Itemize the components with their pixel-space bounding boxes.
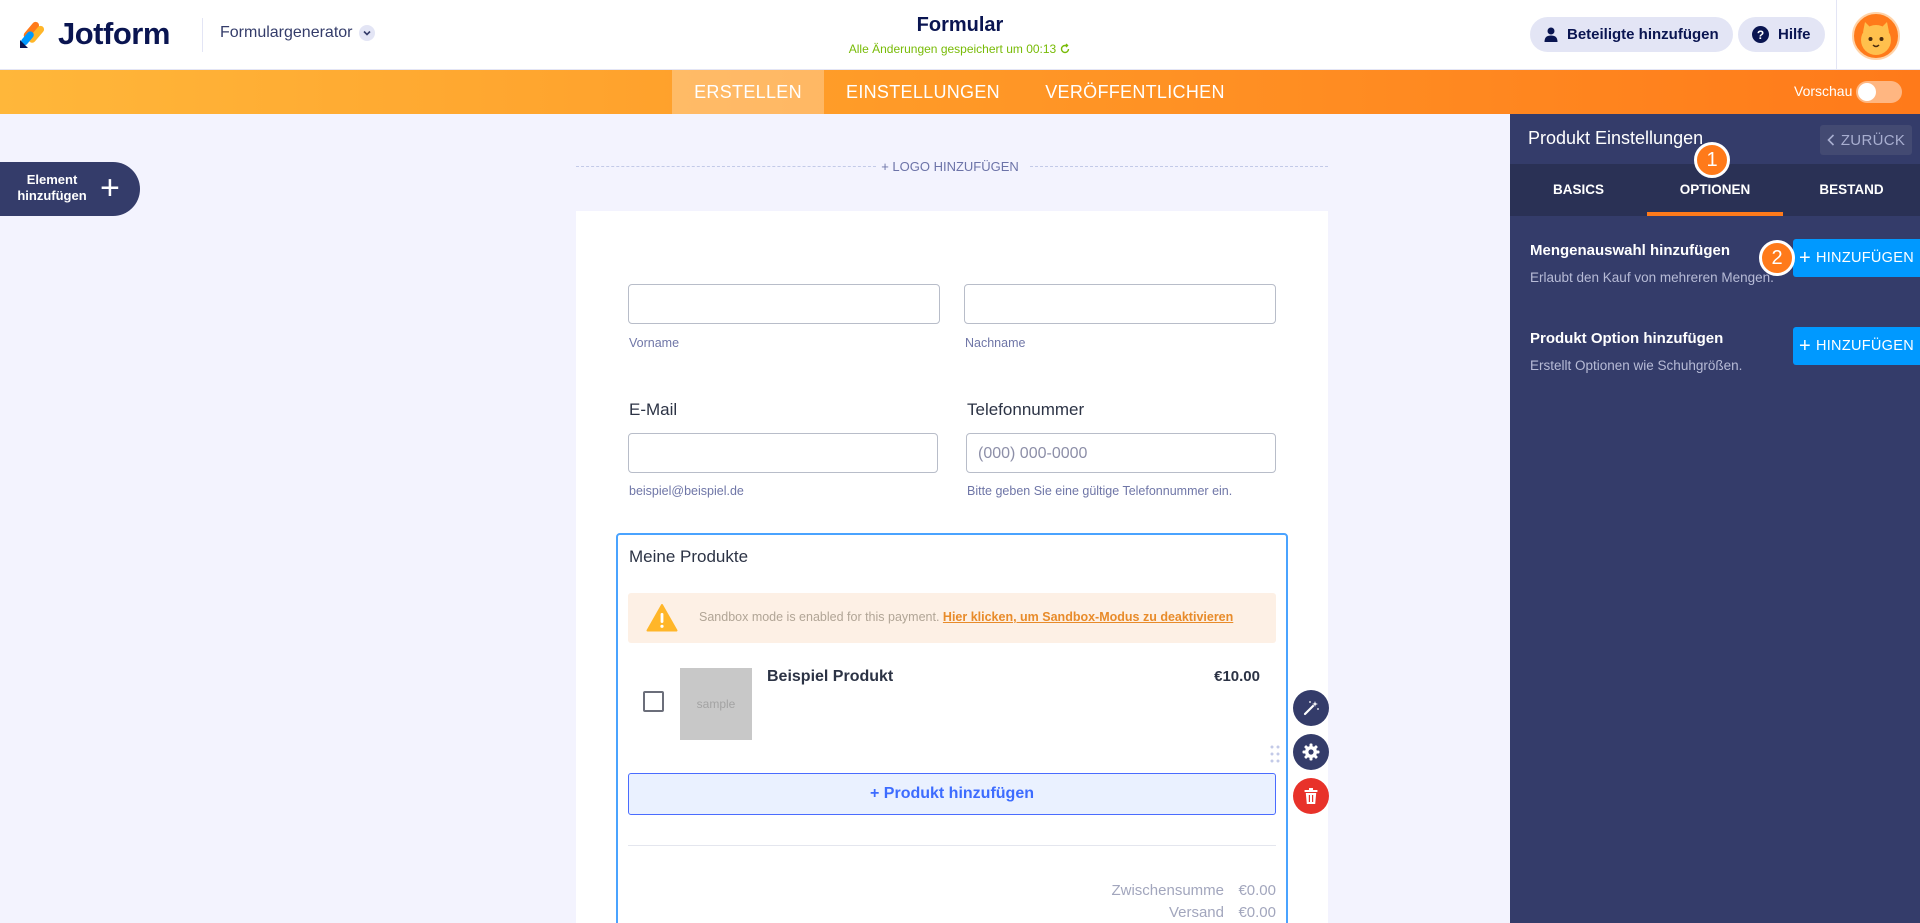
tab-veroeffentlichen[interactable]: VERÖFFENTLICHEN [1022, 70, 1248, 114]
product-name: Beispiel Produkt [767, 668, 894, 685]
product-option-title: Produkt Option hinzufügen [1530, 330, 1724, 347]
delete-field-button[interactable] [1293, 778, 1329, 814]
sandbox-warning: Sandbox mode is enabled for this payment… [628, 593, 1276, 643]
email-field[interactable] [628, 433, 938, 473]
top-header: Jotform Formulargenerator Formular Alle … [0, 0, 1920, 70]
avatar-icon [1861, 22, 1891, 55]
email-label: E-Mail [629, 400, 678, 419]
tab-basics[interactable]: BASICS [1510, 164, 1647, 216]
product-checkbox[interactable] [643, 691, 664, 712]
sandbox-text: Sandbox mode is enabled for this payment… [699, 610, 940, 624]
brand-name: Jotform [58, 16, 170, 51]
help-label: Hilfe [1778, 26, 1811, 43]
last-name-input[interactable] [964, 284, 1276, 324]
back-button[interactable]: ZURÜCK [1820, 125, 1912, 155]
phone-placeholder: (000) 000-0000 [978, 445, 1088, 462]
step-callout-1: 1 [1694, 142, 1730, 178]
logo-dashed-line [576, 166, 876, 167]
jotform-logo[interactable]: Jotform [18, 16, 170, 52]
disable-sandbox-link[interactable]: Hier klicken, um Sandbox-Modus zu deakti… [943, 610, 1233, 624]
chevron-down-icon [358, 25, 375, 41]
quantity-option-title: Mengenauswahl hinzufügen [1530, 242, 1731, 259]
panel-title: Produkt Einstellungen [1528, 128, 1704, 148]
add-quantity-button[interactable]: + HINZUFÜGEN [1793, 239, 1920, 277]
first-name-sublabel: Vorname [629, 336, 680, 350]
logo-dashed-line [1030, 166, 1328, 167]
tab-erstellen[interactable]: ERSTELLEN [672, 70, 824, 114]
builder-nav: ERSTELLEN EINSTELLUNGEN VERÖFFENTLICHEN … [0, 70, 1920, 114]
form-builder-label: Formulargenerator [220, 24, 353, 41]
drag-handle-icon[interactable] [1270, 745, 1280, 763]
add-product-option-button[interactable]: + HINZUFÜGEN [1793, 327, 1920, 365]
phone-label: Telefonnummer [967, 400, 1085, 419]
toggle-knob [1858, 83, 1876, 101]
refresh-icon [1061, 43, 1070, 54]
sandbox-message: Sandbox mode is enabled for this payment… [699, 610, 1233, 624]
help-button[interactable]: ? Hilfe [1738, 17, 1825, 52]
jotform-logo-icon [20, 21, 45, 48]
last-name-sublabel: Nachname [965, 336, 1026, 350]
divider [1836, 0, 1837, 70]
magic-wand-icon [1303, 701, 1319, 716]
save-status-text: Alle Änderungen gespeichert um 00:13 [848, 42, 1057, 56]
preview-toggle[interactable] [1856, 81, 1902, 103]
phone-field[interactable]: (000) 000-0000 [966, 433, 1276, 473]
warning-icon [646, 604, 678, 632]
help-icon: ? [1752, 26, 1769, 43]
title-area: Formular Alle Änderungen gespeichert um … [760, 14, 1160, 58]
preview-label: Vorschau [1794, 83, 1853, 99]
subtotal-label: Zwischensumme [1111, 882, 1224, 899]
chevron-left-icon [1827, 134, 1834, 146]
invite-label: Beteiligte hinzufügen [1567, 26, 1719, 43]
phone-sublabel: Bitte geben Sie eine gültige Telefonnumm… [967, 484, 1233, 498]
add-logo-button[interactable]: + LOGO HINZUFÜGEN [880, 159, 1020, 174]
add-element-button[interactable]: Element hinzufügen + [0, 162, 140, 216]
step-callout-2: 2 [1759, 240, 1795, 276]
totals-divider [628, 845, 1276, 846]
product-settings-panel [1510, 114, 1920, 923]
product-price: €10.00 [1214, 668, 1260, 685]
shipping-label: Versand [1168, 904, 1224, 921]
form-builder-dropdown[interactable]: Formulargenerator [220, 24, 375, 42]
plus-icon: + [1798, 335, 1811, 357]
add-quantity-label: HINZUFÜGEN [1815, 250, 1915, 266]
active-tab-indicator [1647, 212, 1783, 216]
product-option-description: Erstellt Optionen wie Schuhgrößen. [1530, 358, 1743, 373]
form-title[interactable]: Formular [760, 14, 1160, 37]
field-settings-button[interactable] [1293, 734, 1329, 770]
save-status: Alle Änderungen gespeichert um 00:13 [849, 42, 1071, 56]
first-name-input[interactable] [628, 284, 940, 324]
subtotal-value: €0.00 [1238, 882, 1276, 899]
add-element-label: Element hinzufügen [17, 172, 87, 203]
gear-icon [1302, 743, 1320, 761]
divider [202, 18, 203, 52]
quantity-option-description: Erlaubt den Kauf von mehreren Mengen. [1530, 270, 1774, 285]
trash-icon [1304, 788, 1318, 804]
invite-collaborators-button[interactable]: Beteiligte hinzufügen [1530, 17, 1733, 52]
avatar[interactable] [1852, 12, 1900, 60]
email-sublabel: beispiel@beispiel.de [629, 484, 744, 498]
add-product-button[interactable]: + Produkt hinzufügen [628, 773, 1276, 815]
plus-icon: + [100, 169, 120, 207]
product-list-title: Meine Produkte [629, 547, 749, 566]
user-icon [1544, 27, 1558, 42]
plus-icon: + [1798, 247, 1811, 269]
add-product-option-label: HINZUFÜGEN [1815, 338, 1915, 354]
shipping-value: €0.00 [1238, 904, 1276, 921]
magic-wand-button[interactable] [1293, 690, 1329, 726]
product-image-text: sample [696, 697, 736, 711]
back-label: ZURÜCK [1840, 131, 1906, 149]
product-image: sample [680, 668, 752, 740]
tab-bestand[interactable]: BESTAND [1783, 164, 1920, 216]
tab-einstellungen[interactable]: EINSTELLUNGEN [824, 70, 1022, 114]
